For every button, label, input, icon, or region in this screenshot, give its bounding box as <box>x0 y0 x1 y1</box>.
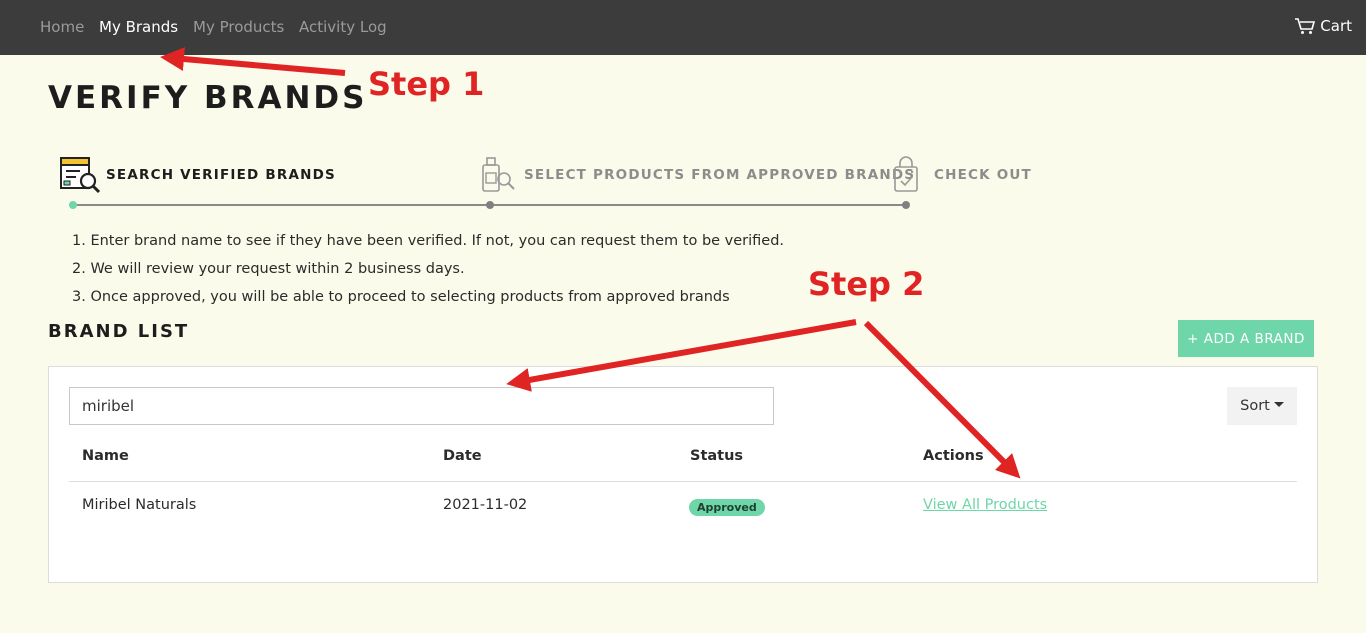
step-label: SEARCH VERIFIED BRANDS <box>106 167 336 183</box>
status-badge: Approved <box>689 499 765 516</box>
step-select-products: SELECT PRODUCTS FROM APPROVED BRANDS <box>476 155 915 195</box>
product-bottle-search-icon <box>482 157 515 192</box>
nav-my-products-link[interactable]: My Products <box>193 18 284 36</box>
page-title: VERIFY BRANDS <box>48 80 368 116</box>
instruction-item: 1. Enter brand name to see if they have … <box>72 233 785 249</box>
nav-home-link[interactable]: Home <box>40 18 84 36</box>
nav-activity-log-link[interactable]: Activity Log <box>299 18 387 36</box>
step-label: SELECT PRODUCTS FROM APPROVED BRANDS <box>524 167 916 183</box>
cart-icon <box>1295 18 1316 34</box>
table-divider <box>69 481 1297 482</box>
instruction-item: 3. Once approved, you will be able to pr… <box>72 289 730 305</box>
annotation-step-2: Step 2 <box>808 265 925 303</box>
column-header-status: Status <box>690 448 744 464</box>
column-header-actions: Actions <box>923 448 984 464</box>
column-header-date: Date <box>443 448 482 464</box>
annotation-step-1: Step 1 <box>368 65 485 103</box>
instruction-item: 2. We will review your request within 2 … <box>72 261 465 277</box>
brand-search-input[interactable] <box>69 387 774 425</box>
brand-list-panel: Sort Name Date Status Actions Miribel Na… <box>48 366 1318 583</box>
cart-label: Cart <box>1320 17 1352 35</box>
shopping-bag-check-icon <box>894 156 918 192</box>
nav-my-brands-link[interactable]: My Brands <box>99 18 178 36</box>
step-search-verified-brands: SEARCH VERIFIED BRANDS <box>58 155 336 195</box>
arrow-to-my-brands <box>160 47 346 76</box>
progress-dot <box>902 201 910 209</box>
caret-down-icon <box>1273 402 1284 407</box>
cart-link[interactable]: Cart <box>1294 17 1352 35</box>
search-document-icon <box>60 157 101 194</box>
add-brand-button[interactable]: + ADD A BRAND <box>1178 320 1314 357</box>
brand-list-title: BRAND LIST <box>48 321 190 342</box>
column-header-name: Name <box>82 448 129 464</box>
sort-button[interactable]: Sort <box>1227 387 1297 425</box>
sort-label: Sort <box>1240 398 1270 414</box>
top-navigation-bar: Home My Brands My Products Activity Log … <box>0 0 1366 55</box>
step-label: CHECK OUT <box>934 167 1032 183</box>
instructions-list: 1. Enter brand name to see if they have … <box>72 227 784 311</box>
progress-dot <box>486 201 494 209</box>
brand-name-cell: Miribel Naturals <box>82 497 197 513</box>
step-check-out: CHECK OUT <box>886 155 1032 195</box>
progress-dot-active <box>69 201 77 209</box>
brand-date-cell: 2021-11-02 <box>443 497 528 513</box>
view-all-products-link[interactable]: View All Products <box>923 497 1047 513</box>
